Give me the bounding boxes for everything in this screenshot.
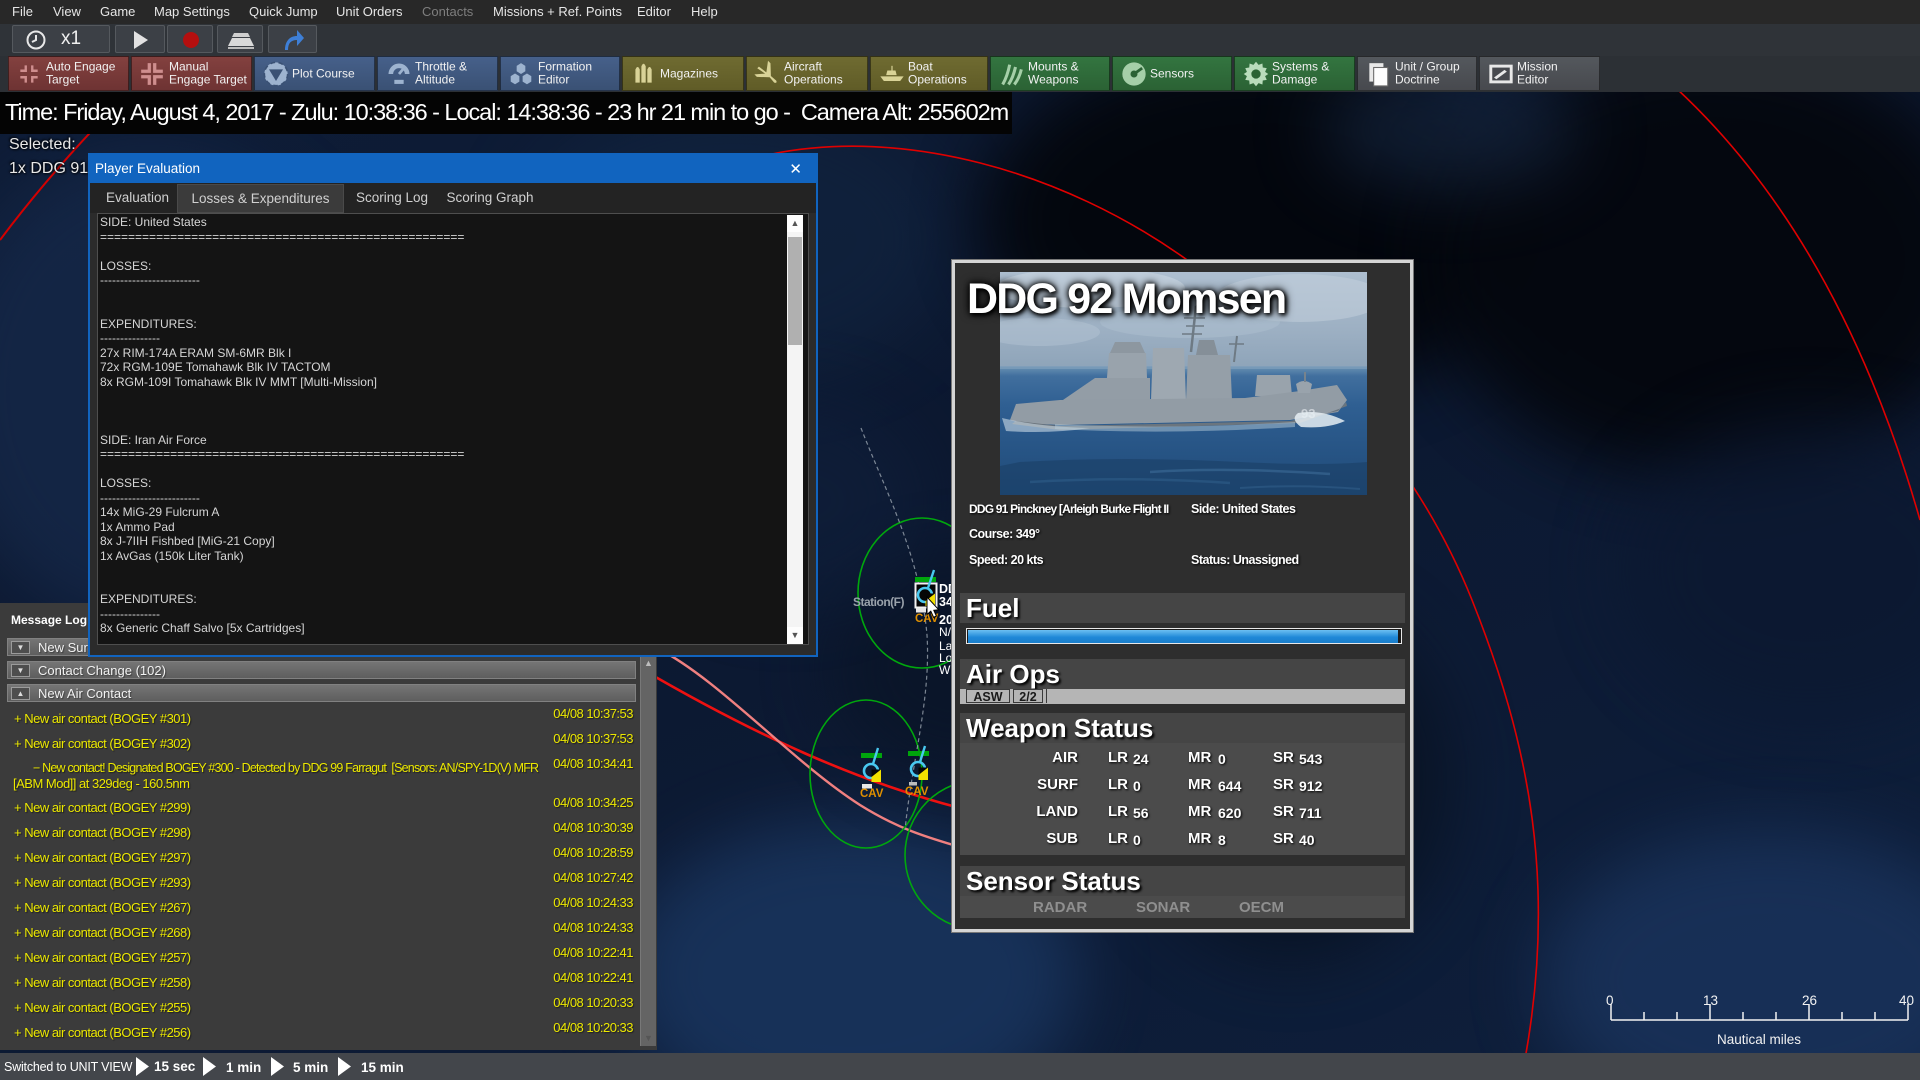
- svg-text:W: W: [939, 663, 951, 677]
- svg-text:40: 40: [1899, 993, 1914, 1008]
- svg-text:CAV: CAV: [905, 786, 929, 798]
- svg-text:13: 13: [1703, 993, 1718, 1008]
- svg-text:CAV: CAV: [860, 788, 884, 800]
- svg-text:Nautical miles: Nautical miles: [1717, 1032, 1801, 1047]
- svg-text:26: 26: [1802, 993, 1817, 1008]
- svg-text:Station(F): Station(F): [853, 595, 904, 609]
- svg-text:0: 0: [1606, 993, 1614, 1008]
